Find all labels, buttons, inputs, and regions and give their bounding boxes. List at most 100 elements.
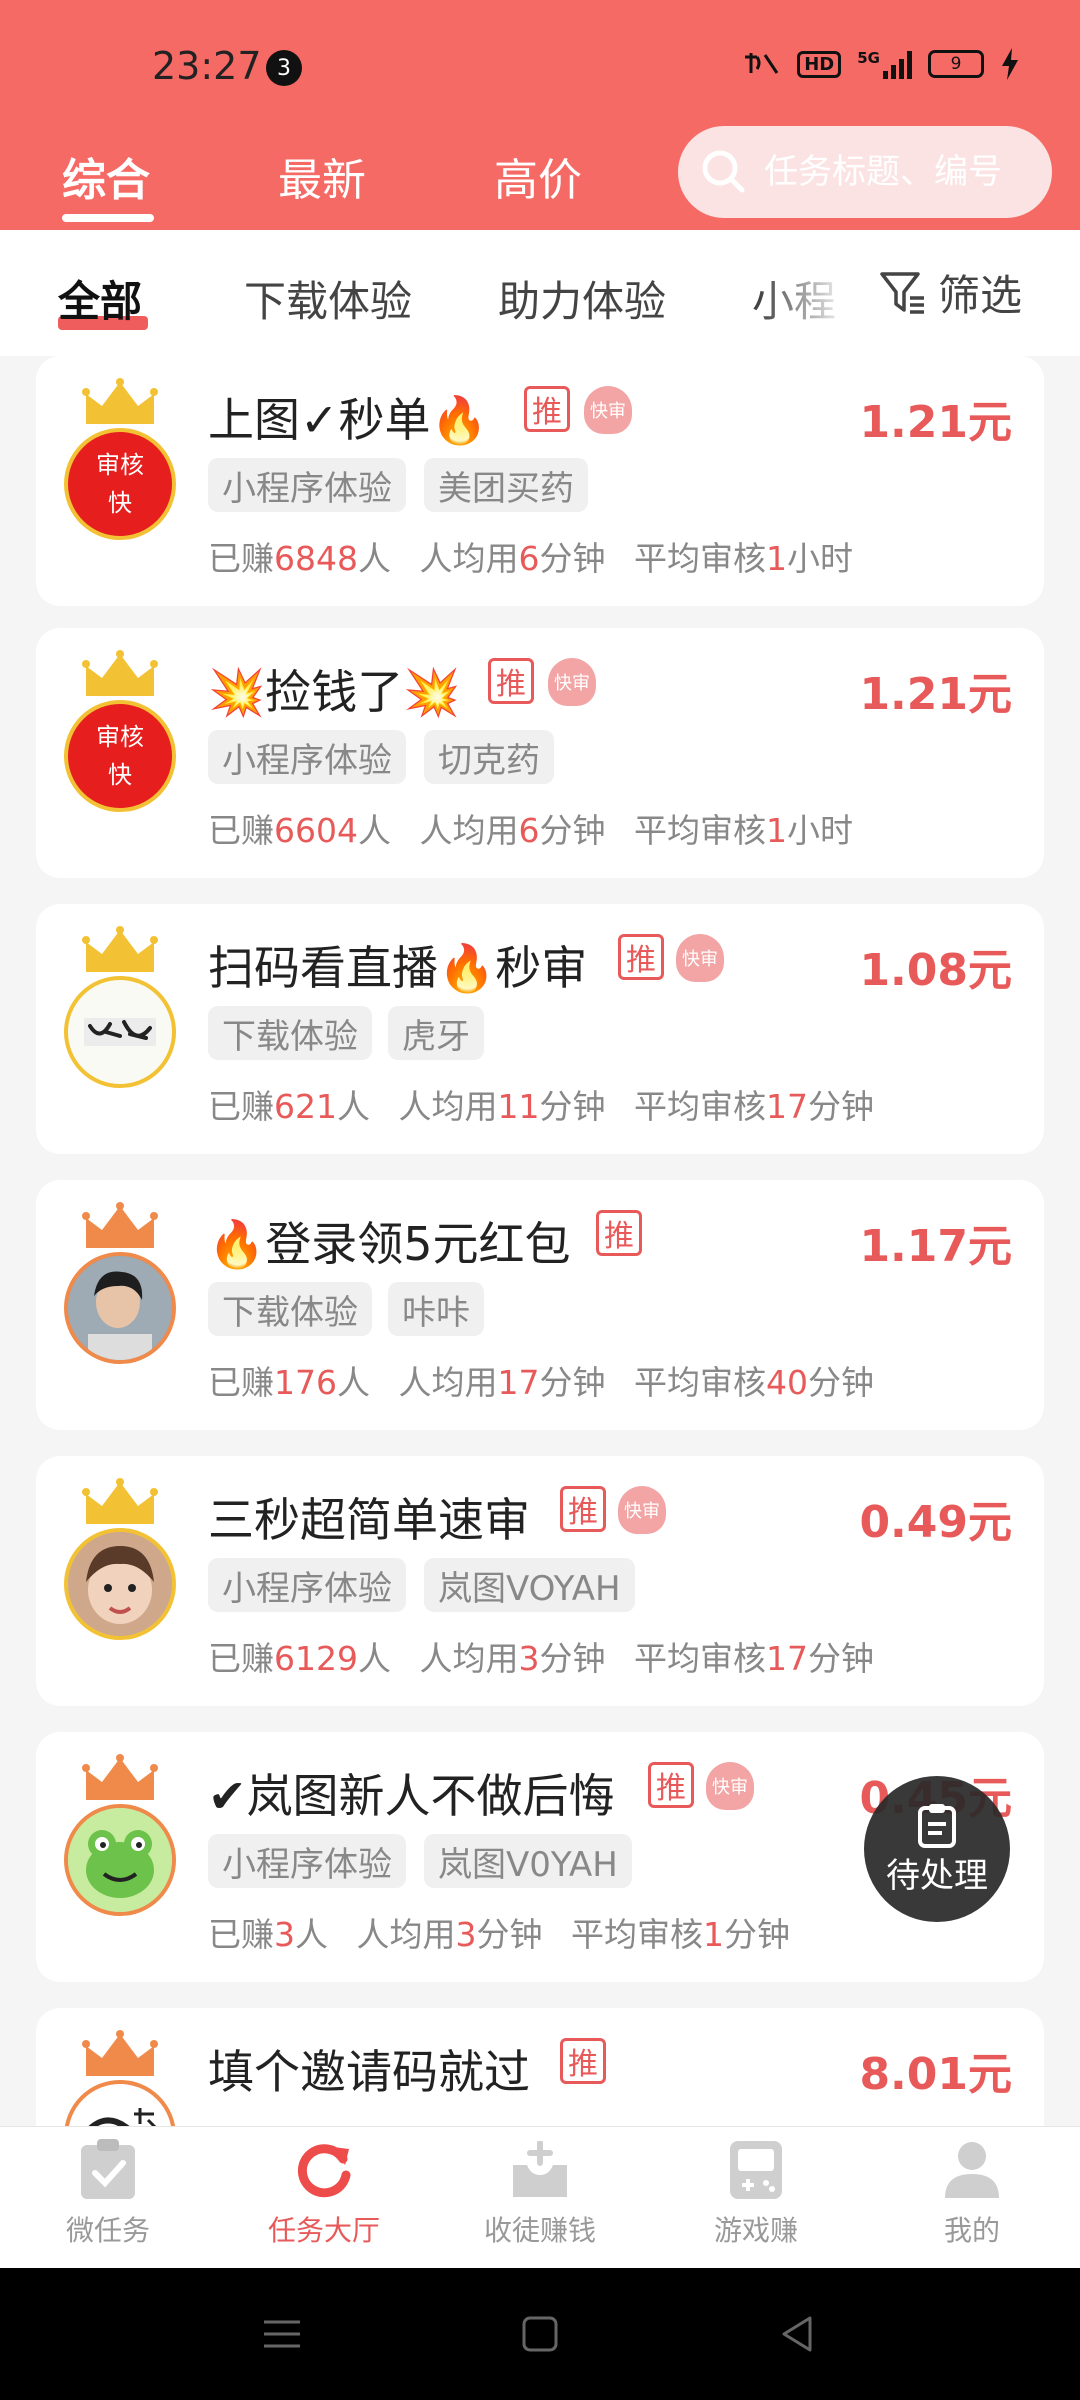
person-avatar [64, 1252, 176, 1364]
recommend-tag: 推 [560, 2038, 606, 2084]
task-avatar [64, 2030, 176, 2126]
filter-icon [880, 271, 924, 314]
gamepad-icon [730, 2141, 782, 2199]
task-avatar: 审核 快 [64, 378, 176, 540]
task-title: ✔岚图新人不做后悔 [208, 1769, 615, 1823]
pending-button[interactable]: 待处理 [864, 1776, 1010, 1922]
nav-label: 我的 [943, 2214, 1000, 2247]
task-avatar [64, 1202, 176, 1364]
task-title: 上图✓秒单🔥 [208, 393, 488, 447]
task-title: 🔥登录领5元红包 [208, 1217, 571, 1271]
task-stats: 已赚6129人 人均用3分钟 平均审核17分钟 [208, 1639, 874, 1678]
search-icon [702, 150, 745, 193]
task-card[interactable]: 审核 快 上图✓秒单🔥 推 快审 1.21元 小程序体验 美团买药 已赚6848… [36, 356, 1044, 606]
task-price: 1.21元 [859, 669, 1012, 720]
nav-recruit[interactable]: 收徒赚钱 [432, 2139, 648, 2249]
task-chip: 虎牙 [388, 1006, 484, 1060]
category-all[interactable]: 全部 [58, 268, 142, 329]
task-stats: 已赚621人 人均用11分钟 平均审核17分钟 [208, 1087, 874, 1126]
task-avatar [64, 1478, 176, 1640]
nav-label: 收徒赚钱 [483, 2214, 596, 2247]
nav-profile[interactable]: 我的 [864, 2139, 1080, 2249]
pending-label: 待处理 [886, 1855, 988, 1896]
task-stats: 已赚176人 人均用17分钟 平均审核40分钟 [208, 1363, 874, 1402]
search-input[interactable] [764, 152, 1024, 192]
recommend-tag: 推 [524, 386, 570, 432]
crown-icon [82, 1754, 158, 1800]
task-avatar: 审核 快 [64, 650, 176, 812]
tab-high-price[interactable]: 高价 [494, 144, 582, 208]
back-icon[interactable] [778, 2314, 818, 2354]
task-chip: 小程序体验 [208, 730, 406, 784]
crown-icon [82, 2030, 158, 2076]
clipboard-icon [918, 1803, 956, 1848]
task-card[interactable]: 审核 快 💥捡钱了💥 推 快审 1.21元 小程序体验 切克药 已赚6604人 … [36, 628, 1044, 878]
crown-icon [82, 1478, 158, 1524]
task-chip: 岚图VOYAH [424, 1558, 635, 1612]
inbox-plus-icon [513, 2141, 567, 2197]
status-icons: HD 5G 9 [741, 48, 1020, 80]
task-chip: 小程序体验 [208, 1558, 406, 1612]
menu-icon[interactable] [262, 2314, 302, 2354]
mute-icon [745, 53, 779, 74]
task-title: 三秒超简单速审 [208, 1493, 530, 1547]
tab-active-indicator [62, 214, 154, 222]
category-download[interactable]: 下载体验 [244, 268, 412, 329]
task-stats: 已赚3人 人均用3分钟 平均审核1分钟 [208, 1915, 790, 1954]
charging-icon [1002, 48, 1018, 80]
clipboard-check-icon [81, 2139, 135, 2199]
task-avatar [64, 926, 176, 1088]
task-chip: 切克药 [424, 730, 554, 784]
task-chip: 下载体验 [208, 1006, 372, 1060]
crown-icon [82, 926, 158, 972]
recommend-tag: 推 [560, 1486, 606, 1532]
task-price: 8.01元 [859, 2049, 1012, 2100]
nav-game-earn[interactable]: 游戏赚 [648, 2139, 864, 2249]
notification-count-badge: 3 [266, 50, 302, 86]
task-price: 0.49元 [859, 1497, 1012, 1548]
battery-level: 9 [950, 54, 962, 74]
task-price: 1.21元 [859, 397, 1012, 448]
nav-task-hall[interactable]: 任务大厅 [216, 2139, 432, 2249]
task-title: 扫码看直播🔥秒审 [208, 941, 588, 995]
filter-button[interactable]: 筛选 [878, 262, 1023, 323]
crown-icon [82, 1202, 158, 1248]
sketch-avatar [64, 2080, 176, 2126]
task-card[interactable]: 🔥登录领5元红包 推 1.17元 下载体验 咔咔 已赚176人 人均用17分钟 … [36, 1180, 1044, 1430]
status-bar: 23:27 3 HD 5G 9 [0, 0, 1080, 130]
task-price: 1.17元 [859, 1221, 1012, 1272]
task-card[interactable]: 填个邀请码就过 推 8.01元 [36, 2008, 1044, 2126]
recommend-tag: 推 [648, 1762, 694, 1808]
task-stats: 已赚6604人 人均用6分钟 平均审核1小时 [208, 811, 853, 850]
category-bar: 全部 下载体验 助力体验 小程 筛选 [0, 230, 1080, 356]
hd-badge: HD [797, 50, 842, 78]
nav-label: 微任务 [65, 2214, 150, 2247]
task-stats: 已赚6848人 人均用6分钟 平均审核1小时 [208, 539, 853, 578]
nav-label: 游戏赚 [713, 2214, 798, 2247]
crown-icon [82, 378, 158, 424]
task-card[interactable]: 扫码看直播🔥秒审 推 快审 1.08元 下载体验 虎牙 已赚621人 人均用11… [36, 904, 1044, 1154]
tab-latest[interactable]: 最新 [278, 144, 366, 208]
nav-micro-task[interactable]: 微任务 [0, 2139, 216, 2249]
category-assist[interactable]: 助力体验 [498, 268, 666, 329]
fast-review-tag: 快审 [706, 1762, 754, 1810]
recommend-tag: 推 [618, 934, 664, 980]
task-card[interactable]: 三秒超简单速审 推 快审 0.49元 小程序体验 岚图VOYAH 已赚6129人… [36, 1456, 1044, 1706]
review-fast-avatar: 审核 快 [64, 428, 176, 540]
search-box[interactable] [678, 126, 1052, 218]
fast-review-tag: 快审 [584, 386, 632, 434]
bottom-nav: 微任务 任务大厅 收徒赚钱 游戏赚 我的 [0, 2126, 1080, 2268]
task-chip: 小程序体验 [208, 1834, 406, 1888]
fast-review-tag: 快审 [548, 658, 596, 706]
tab-comprehensive[interactable]: 综合 [62, 144, 150, 208]
fast-review-tag: 快审 [618, 1486, 666, 1534]
task-title: 填个邀请码就过 [208, 2045, 530, 2099]
task-title: 💥捡钱了💥 [208, 665, 461, 719]
recommend-tag: 推 [488, 658, 534, 704]
frog-avatar [64, 1804, 176, 1916]
task-chip: 小程序体验 [208, 458, 406, 512]
task-price: 1.08元 [859, 945, 1012, 996]
task-chip: 美团买药 [424, 458, 588, 512]
user-icon [945, 2142, 999, 2198]
home-icon[interactable] [520, 2314, 560, 2354]
